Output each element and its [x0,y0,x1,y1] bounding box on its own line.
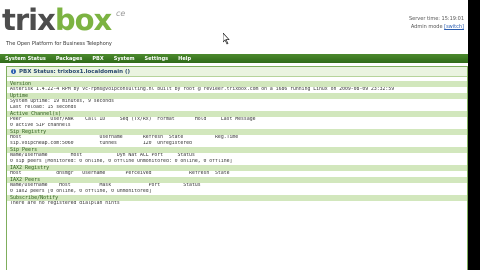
switch-mode-link[interactable]: [switch] [444,24,464,30]
nav-system[interactable]: System [109,56,140,62]
pbx-status-panel: i PBX Status: trixbox1.localdomain () Ver… [6,66,468,270]
logo-trix: trix [2,3,56,37]
info-icon: i [11,69,16,74]
admin-mode-line: Admin mode [switch] [409,23,464,31]
main-nav: System Status Packages PBX System Settin… [0,54,468,63]
nav-settings[interactable]: Settings [140,56,174,62]
server-info: Server time: 15:19:01 Admin mode [switch… [409,15,464,31]
status-sections: Version Asterisk 1.4.22-4 RPM by vc-rpms@… [7,81,467,207]
logo-edition: ce [116,9,126,18]
admin-mode: Admin mode [410,24,443,30]
trixbox-logo[interactable]: trixbox [2,3,112,37]
page-header: trixbox ce The Open Platform for Busines… [0,0,468,54]
server-time: Server time: 15:19:01 [408,16,464,22]
nav-pbx[interactable]: PBX [87,56,108,62]
pbx-status-title: PBX Status: trixbox1.localdomain () [19,69,130,75]
nav-packages[interactable]: Packages [51,56,88,62]
tagline: The Open Platform for Business Telephony [6,41,112,47]
section-line: There are no registered dialplan hints [10,201,120,206]
nav-help[interactable]: Help [173,56,196,62]
mouse-cursor-icon [223,33,230,45]
panel-title: i PBX Status: trixbox1.localdomain () [7,67,467,77]
nav-system-status[interactable]: System Status [0,56,51,62]
browser-screen: trixbox ce The Open Platform for Busines… [0,0,468,270]
logo-box: box [54,3,112,37]
